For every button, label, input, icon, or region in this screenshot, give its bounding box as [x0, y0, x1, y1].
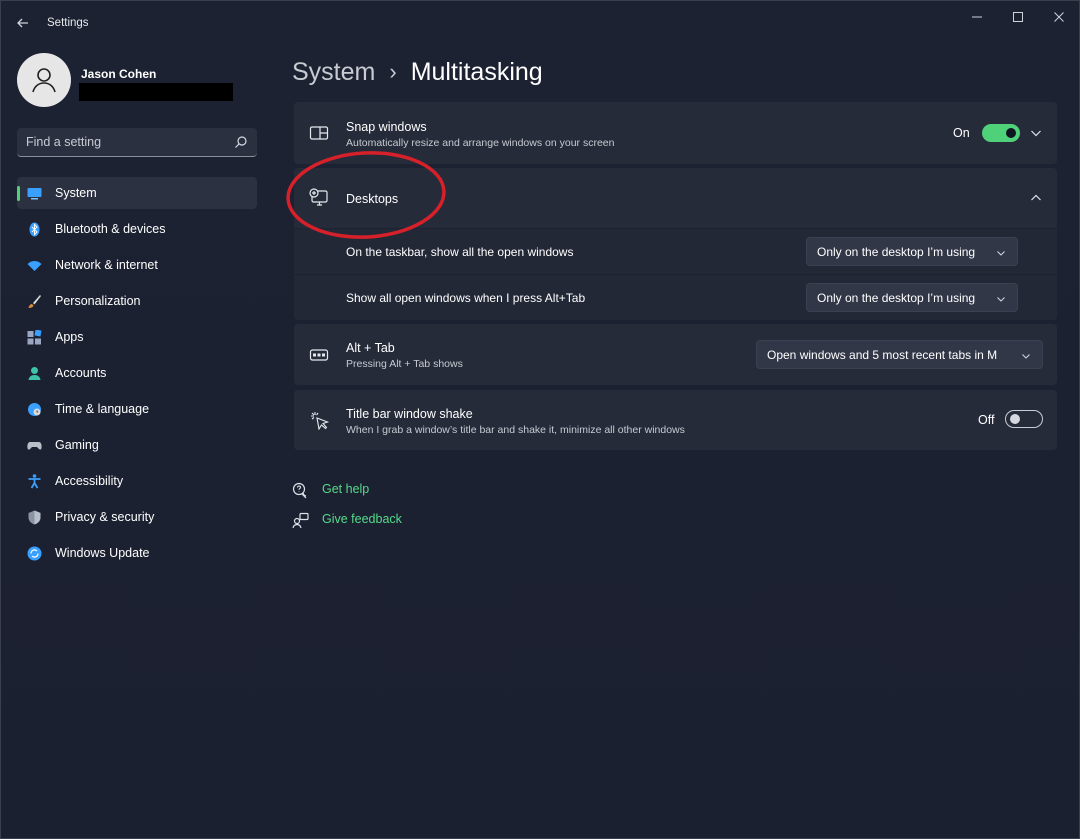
- alt-tab-icon: [309, 345, 329, 365]
- sidebar-item-apps[interactable]: Apps: [17, 321, 257, 353]
- sidebar-item-label: Privacy & security: [55, 510, 155, 524]
- bluetooth-icon: [27, 222, 42, 237]
- sidebar-item-bluetooth[interactable]: Bluetooth & devices: [17, 213, 257, 245]
- alt-tab-dropdown[interactable]: Open windows and 5 most recent tabs in M: [756, 340, 1043, 369]
- gamepad-icon: [27, 438, 42, 453]
- sidebar-item-label: Accessibility: [55, 474, 124, 488]
- update-icon: [27, 546, 42, 561]
- sidebar-item-label: System: [55, 186, 97, 200]
- breadcrumb-separator: ›: [389, 59, 397, 84]
- breadcrumb: System › Multitasking: [292, 55, 543, 89]
- avatar[interactable]: [17, 53, 71, 107]
- globe-clock-icon: [27, 402, 42, 417]
- chevron-down-icon: [995, 246, 1007, 258]
- user-name: Jason Cohen: [81, 67, 157, 81]
- accessibility-icon: [27, 474, 42, 489]
- sidebar-item-network[interactable]: Network & internet: [17, 249, 257, 281]
- window-shake-toggle[interactable]: [1005, 410, 1043, 428]
- sidebar-nav: System Bluetooth & devices Network & int…: [17, 177, 257, 573]
- give-feedback-text[interactable]: Give feedback: [322, 512, 402, 526]
- toggle-knob: [1010, 414, 1020, 424]
- sidebar-item-label: Network & internet: [55, 258, 158, 272]
- page-title: Multitasking: [410, 57, 543, 86]
- minimize-icon[interactable]: [959, 7, 995, 27]
- chevron-down-icon[interactable]: [1029, 126, 1043, 140]
- title-bar: Settings: [1, 1, 1080, 45]
- dropdown-value: Only on the desktop I’m using: [817, 245, 976, 259]
- sidebar-item-accounts[interactable]: Accounts: [17, 357, 257, 389]
- close-icon[interactable]: [1041, 7, 1077, 27]
- sidebar-item-system[interactable]: System: [17, 177, 257, 209]
- dropdown-value: Only on the desktop I’m using: [817, 291, 976, 305]
- search-icon[interactable]: [234, 135, 248, 149]
- feedback-icon: [292, 512, 309, 529]
- search-input[interactable]: [17, 128, 227, 156]
- sidebar-item-label: Accounts: [55, 366, 107, 380]
- snap-toggle-state: On: [953, 126, 970, 140]
- window-shake-subtitle: When I grab a window’s title bar and sha…: [346, 424, 685, 436]
- window-title: Settings: [47, 17, 89, 29]
- window-shake-title: Title bar window shake: [346, 407, 473, 421]
- get-help-text[interactable]: Get help: [322, 482, 369, 496]
- sidebar-item-gaming[interactable]: Gaming: [17, 429, 257, 461]
- sidebar-item-time-language[interactable]: Time & language: [17, 393, 257, 425]
- give-feedback-link[interactable]: Give feedback: [292, 510, 402, 530]
- back-arrow-icon[interactable]: [13, 13, 33, 33]
- annotation-ellipse: [286, 151, 446, 239]
- breadcrumb-parent[interactable]: System: [292, 58, 375, 87]
- sidebar-item-label: Time & language: [55, 402, 150, 416]
- sidebar-item-windows-update[interactable]: Windows Update: [17, 537, 257, 569]
- maximize-icon[interactable]: [1000, 7, 1036, 27]
- sidebar-item-label: Apps: [55, 330, 84, 344]
- sidebar-item-label: Personalization: [55, 294, 141, 308]
- snap-windows-subtitle: Automatically resize and arrange windows…: [346, 137, 615, 149]
- sidebar-item-accessibility[interactable]: Accessibility: [17, 465, 257, 497]
- chevron-down-icon: [1020, 349, 1032, 361]
- snap-windows-toggle[interactable]: [982, 124, 1020, 142]
- sidebar-item-label: Windows Update: [55, 546, 150, 560]
- apps-icon: [27, 329, 42, 345]
- desktops-alttab-label: Show all open windows when I press Alt+T…: [346, 291, 586, 305]
- settings-window: Settings Jason Cohen System: [0, 0, 1080, 839]
- window-shake-card: Title bar window shake When I grab a win…: [294, 390, 1057, 450]
- sidebar-item-personalization[interactable]: Personalization: [17, 285, 257, 317]
- help-chat-icon: [292, 482, 309, 499]
- wifi-icon: [27, 258, 42, 273]
- desktops-taskbar-label: On the taskbar, show all the open window…: [346, 245, 574, 259]
- shield-icon: [27, 510, 42, 525]
- chevron-up-icon[interactable]: [1029, 191, 1043, 205]
- brush-icon: [27, 294, 42, 309]
- snap-layout-icon: [309, 123, 329, 143]
- user-email-redacted: [79, 83, 233, 101]
- dropdown-value: Open windows and 5 most recent tabs in M: [767, 348, 998, 362]
- sidebar-item-label: Gaming: [55, 438, 99, 452]
- chevron-down-icon: [995, 292, 1007, 304]
- sidebar-item-privacy[interactable]: Privacy & security: [17, 501, 257, 533]
- alttab-desktop-dropdown[interactable]: Only on the desktop I’m using: [806, 283, 1018, 312]
- alt-tab-subtitle: Pressing Alt + Tab shows: [346, 358, 463, 370]
- alt-tab-title: Alt + Tab: [346, 341, 395, 355]
- search-box[interactable]: [17, 128, 257, 157]
- shake-toggle-state: Off: [978, 413, 995, 427]
- get-help-link[interactable]: Get help: [292, 480, 369, 500]
- person-icon: [27, 366, 42, 381]
- monitor-icon: [27, 186, 42, 201]
- person-icon: [32, 68, 56, 93]
- sidebar-item-label: Bluetooth & devices: [55, 222, 166, 236]
- desktops-alttab-row: Show all open windows when I press Alt+T…: [294, 275, 1057, 320]
- alt-tab-card: Alt + Tab Pressing Alt + Tab shows Open …: [294, 324, 1057, 385]
- taskbar-windows-dropdown[interactable]: Only on the desktop I’m using: [806, 237, 1018, 266]
- cursor-shake-icon: [309, 410, 330, 431]
- snap-windows-title: Snap windows: [346, 120, 427, 134]
- toggle-knob: [1006, 128, 1016, 138]
